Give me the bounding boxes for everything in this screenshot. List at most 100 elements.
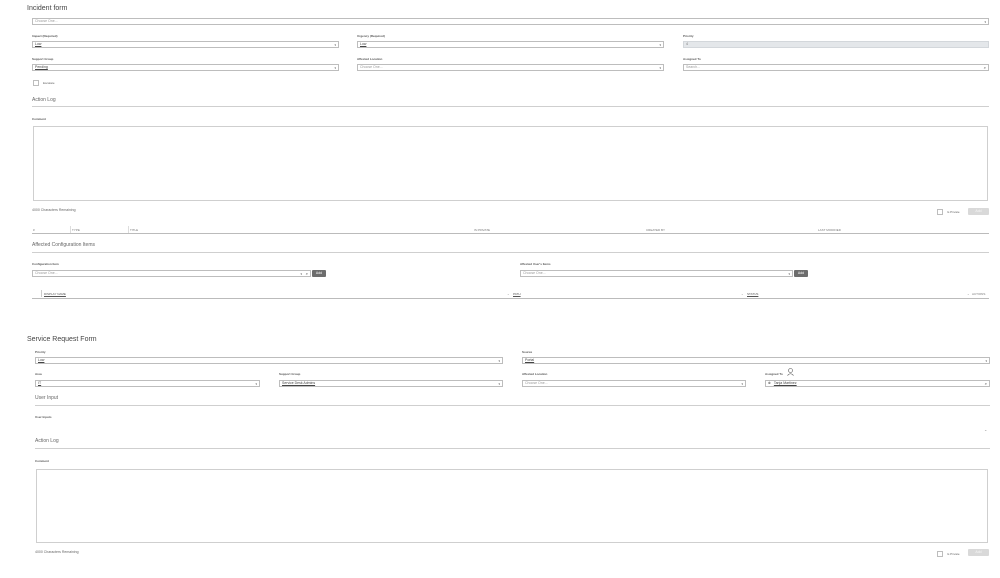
action-log-divider [32,106,989,107]
search-icon[interactable]: ⌕ [985,381,987,386]
sr-source-label: Source [522,350,533,354]
chars-remaining: 4000 Characters Remaining [32,208,76,212]
ci-col-status[interactable]: STATUS [747,292,758,296]
sr-chars-remaining: 4000 Characters Remaining [35,550,79,554]
add-config-item-button[interactable]: Add [312,270,326,277]
sr-affected-location-label: Affected Location [522,372,548,376]
sr-support-group-select[interactable]: Service Desk Admins ▾ [279,380,503,387]
affected-ci-title: Affected Configuration Items [32,242,95,248]
sr-assigned-to-value: Tanja Martinez [773,381,797,385]
col-sep [70,226,71,233]
sr-priority-select[interactable]: Low ▾ [35,357,503,364]
ci-col-sep [41,290,42,297]
log-col-last-modified[interactable]: LAST MODIFIED [818,228,841,232]
escalate-label: Escalate [43,81,55,85]
chevron-down-icon: ▾ [334,66,336,70]
sr-assigned-to-label: Assigned To [765,372,783,376]
sr-area-select[interactable]: IT ▾ [35,380,260,387]
chevron-down-icon: ▾ [788,272,790,276]
affected-location-label: Affected Location [357,57,383,61]
sr-affected-location-select[interactable]: Choose One... ▾ [522,380,746,387]
sr-priority-label: Priority [35,350,46,354]
ci-table-divider [32,298,989,299]
col-sep [128,226,129,233]
is-private-checkbox[interactable] [937,209,943,215]
sort-icon[interactable]: ⌄ [967,292,970,296]
sr-area-label: Area [35,372,42,376]
config-item-select[interactable]: Choose One... ▾ ⌕ [32,270,311,277]
priority-field: 4 [683,41,989,48]
clear-icon[interactable]: ⊗ [768,381,771,385]
log-table-divider [32,233,989,234]
sr-add-comment-button[interactable]: Add [968,549,989,556]
sr-affected-location-placeholder: Choose One... [525,381,548,385]
ci-col-path[interactable]: PATH [513,292,521,296]
chevron-down-icon: ▾ [985,359,987,363]
sr-area-value: IT [38,381,42,385]
incident-top-select-placeholder: Choose One... [35,19,58,23]
sort-icon[interactable]: ⌄ [507,292,510,296]
chevron-down-icon: ▾ [984,20,986,24]
incident-top-select[interactable]: Choose One... ▾ [32,18,989,25]
urgency-select[interactable]: Low ▾ [357,41,664,48]
chevron-down-icon: ▾ [659,66,661,70]
sr-assigned-to-input[interactable]: ⊗ Tanja Martinez ⌕ [765,380,990,387]
add-comment-button[interactable]: Add [968,208,989,215]
sr-is-private-label: Is Private [947,552,960,556]
chevron-down-icon: ▾ [255,382,257,386]
affected-users-items-select[interactable]: Choose One... ▾ [520,270,793,277]
search-icon[interactable]: ⌕ [306,271,308,276]
support-group-label: Support Group [32,57,54,61]
affected-ci-divider [32,252,989,253]
affected-location-placeholder: Choose One... [360,65,383,69]
log-col-number[interactable]: # [33,228,35,232]
sr-user-inputs-label: User Inputs [35,415,52,419]
log-col-is-private[interactable]: IS PRIVATE [474,228,490,232]
comment-label: Comment [32,117,46,121]
sr-action-log-title: Action Log [35,438,59,444]
incident-form-title: Incident form [27,5,68,12]
chevron-up-icon[interactable]: ⌃ [984,429,987,434]
log-col-type[interactable]: TYPE [72,228,80,232]
config-item-placeholder: Choose One... [35,271,58,275]
person-icon[interactable] [787,368,794,376]
chevron-down-icon: ▾ [498,359,500,363]
sr-user-input-divider [35,405,990,406]
sr-comment-label: Comment [35,459,49,463]
escalate-checkbox[interactable] [33,80,39,86]
ci-col-actions: ACTIONS [972,292,986,296]
sr-comment-textarea[interactable] [36,469,988,543]
service-request-form-title: Service Request Form [27,336,97,343]
support-group-select[interactable]: Pending ▾ [32,64,339,71]
assigned-to-label: Assigned To [683,57,701,61]
sr-priority-value: Low [38,358,45,362]
sr-source-select[interactable]: Portal ▾ [522,357,990,364]
impact-label: Impact (Required) [32,34,58,38]
affected-location-select[interactable]: Choose One... ▾ [357,64,664,71]
chevron-down-icon: ▾ [659,43,661,47]
chevron-down-icon: ▾ [300,272,302,276]
action-log-title: Action Log [32,97,56,103]
chevron-down-icon: ▾ [741,382,743,386]
urgency-value: Low [360,42,367,46]
sort-icon[interactable]: ⌄ [741,292,744,296]
affected-users-items-label: Affected User's Items [520,262,551,266]
sr-user-input-title: User Input [35,395,59,401]
search-icon[interactable]: ⌕ [984,65,986,70]
ci-col-display-name[interactable]: DISPLAY NAME [44,292,66,296]
assigned-to-input[interactable]: Search... ⌕ [683,64,989,71]
sr-support-group-value: Service Desk Admins [282,381,316,385]
assigned-to-placeholder: Search... [686,65,701,69]
sr-source-value: Portal [525,358,535,362]
log-col-title[interactable]: TITLE [130,228,138,232]
impact-select[interactable]: Low ▾ [32,41,339,48]
impact-value: Low [35,42,42,46]
comment-textarea[interactable] [33,126,988,201]
log-col-created-by[interactable]: CREATED BY [646,228,665,232]
priority-value: 4 [686,42,688,46]
priority-label: Priority [683,34,694,38]
add-user-item-button[interactable]: Add [794,270,808,277]
sr-is-private-checkbox[interactable] [937,551,943,557]
chevron-down-icon: ▾ [498,382,500,386]
support-group-value: Pending [35,65,48,69]
